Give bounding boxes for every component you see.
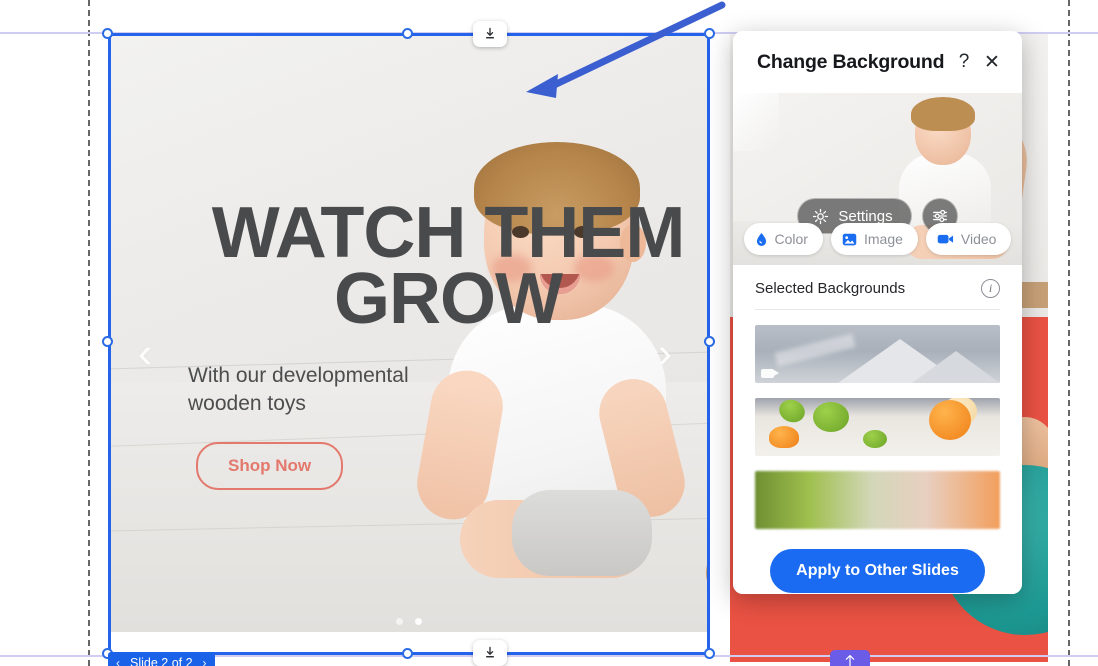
- close-button[interactable]: ✕: [978, 48, 1006, 76]
- scroll-to-top-button[interactable]: [830, 650, 870, 666]
- settings-label: Settings: [838, 207, 893, 225]
- panel-title: Change Background: [757, 50, 945, 73]
- download-button-top[interactable]: [473, 21, 507, 47]
- slide-next-icon[interactable]: ›: [203, 656, 207, 666]
- download-icon: [486, 646, 494, 658]
- water-drop-icon: [755, 232, 768, 247]
- guide-line-left: [88, 0, 90, 666]
- thumbnail-citrus-fruit[interactable]: [755, 398, 1000, 456]
- tab-image-label: Image: [863, 231, 903, 247]
- gear-icon: [813, 208, 829, 224]
- guide-line-right: [1068, 0, 1070, 666]
- resize-handle-top-center[interactable]: [402, 28, 413, 39]
- resize-handle-bottom-right[interactable]: [704, 648, 715, 659]
- hero-next-arrow-icon[interactable]: ›: [658, 332, 672, 374]
- selected-backgrounds-title: Selected Backgrounds: [755, 280, 906, 297]
- carousel-dot[interactable]: [396, 618, 403, 625]
- slide-indicator-label: Slide 2 of 2: [130, 656, 193, 666]
- tab-video-label: Video: [960, 231, 997, 247]
- arrow-up-icon: [845, 655, 855, 666]
- panel-body: Selected Backgrounds i Apply to Other Sl…: [733, 265, 1022, 594]
- background-preview: Settings Color Image Video: [733, 93, 1022, 265]
- tab-color[interactable]: Color: [743, 223, 823, 255]
- slide-prev-icon[interactable]: ‹: [116, 656, 120, 666]
- change-background-panel: Change Background ? ✕ Settings Color Ima…: [733, 31, 1022, 594]
- thumbnail-gradient-blur[interactable]: [755, 471, 1000, 529]
- hero-prev-arrow-icon[interactable]: ‹: [138, 332, 152, 374]
- video-camera-icon: [937, 232, 954, 246]
- thumbnail-mountain-video[interactable]: [755, 325, 1000, 383]
- download-icon: [486, 27, 494, 39]
- help-button[interactable]: ?: [950, 48, 978, 76]
- info-icon[interactable]: i: [981, 279, 1000, 298]
- panel-header: Change Background ? ✕: [733, 31, 1022, 93]
- apply-to-other-slides-button[interactable]: Apply to Other Slides: [770, 549, 985, 593]
- selected-backgrounds-header: Selected Backgrounds i: [755, 279, 1000, 310]
- editor-root: WATCH THEM GROW With our developmental w…: [0, 0, 1098, 666]
- resize-handle-middle-right[interactable]: [704, 336, 715, 347]
- background-type-tabs: Color Image Video: [733, 223, 1022, 255]
- image-icon: [842, 232, 857, 247]
- hero-slide[interactable]: WATCH THEM GROW With our developmental w…: [108, 32, 710, 632]
- hero-carousel-dots[interactable]: [108, 618, 710, 625]
- hero-subtitle: With our developmental wooden toys: [188, 364, 409, 416]
- hero-headline: WATCH THEM GROW: [211, 193, 686, 340]
- resize-handle-bottom-center[interactable]: [402, 648, 413, 659]
- resize-handle-top-left[interactable]: [102, 28, 113, 39]
- tab-video[interactable]: Video: [925, 223, 1012, 255]
- shop-now-button[interactable]: Shop Now: [196, 442, 344, 490]
- apply-button-wrap: Apply to Other Slides: [755, 529, 1000, 594]
- video-camera-icon: [761, 369, 779, 378]
- wooden-toy: [698, 502, 710, 622]
- download-button-bottom[interactable]: [473, 640, 507, 666]
- slide-indicator-bar[interactable]: ‹ Slide 2 of 2 ›: [108, 652, 215, 666]
- resize-handle-top-right[interactable]: [704, 28, 715, 39]
- tab-color-label: Color: [774, 231, 808, 247]
- tab-image[interactable]: Image: [830, 223, 918, 255]
- resize-handle-middle-left[interactable]: [102, 336, 113, 347]
- carousel-dot-active[interactable]: [415, 618, 422, 625]
- background-thumbnail-list: [755, 310, 1000, 529]
